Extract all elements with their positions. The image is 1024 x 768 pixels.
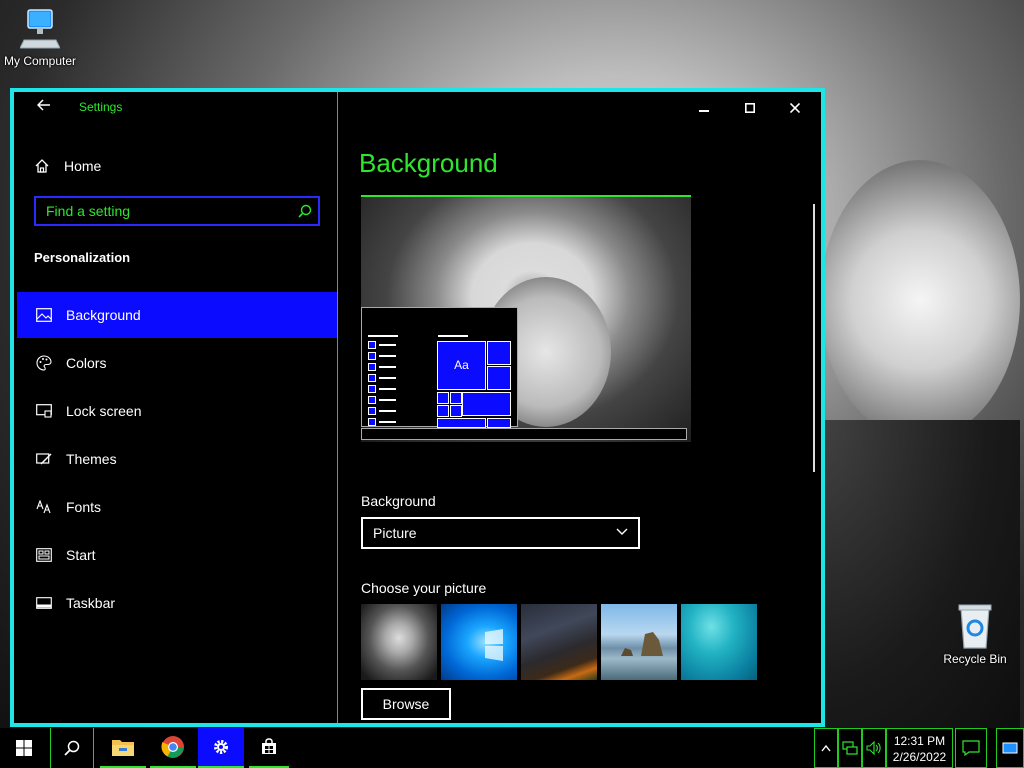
- taskbar: 12:31 PM 2/26/2022: [0, 728, 1024, 768]
- back-arrow-icon: [36, 99, 50, 111]
- show-desktop-icon: [1002, 742, 1018, 754]
- taskbar-chrome[interactable]: [150, 728, 196, 768]
- sidebar-item-label: Lock screen: [66, 403, 142, 419]
- preview-taskbar: [361, 428, 687, 440]
- fonts-icon: [35, 498, 53, 516]
- thumbnail-underwater-swimmer[interactable]: [681, 604, 757, 680]
- taskbar-file-explorer[interactable]: [100, 728, 146, 768]
- computer-icon: [20, 9, 60, 49]
- chevron-down-icon: [616, 528, 628, 535]
- settings-sidebar: Settings Home Personalization Background: [14, 92, 338, 723]
- sidebar-item-label: Fonts: [66, 499, 102, 515]
- preview-start-menu: Aa: [361, 307, 518, 428]
- sidebar-item-label: Start: [66, 547, 96, 563]
- minimize-button[interactable]: [682, 92, 726, 124]
- minimize-icon: [699, 110, 709, 112]
- settings-window: Settings Home Personalization Background: [10, 88, 825, 727]
- thumbnail-milky-way[interactable]: [521, 604, 597, 680]
- back-button[interactable]: [32, 96, 56, 120]
- content-scrollbar[interactable]: [813, 204, 815, 472]
- sidebar-item-themes[interactable]: Themes: [17, 436, 337, 482]
- thumbnail-portrait[interactable]: [361, 604, 437, 680]
- sidebar-item-start[interactable]: Start: [17, 532, 337, 578]
- volume-icon: [866, 741, 881, 755]
- lock-screen-icon: [35, 402, 53, 420]
- network-icon: [842, 741, 858, 755]
- chevron-up-icon: [821, 744, 831, 752]
- background-type-dropdown[interactable]: Picture: [361, 517, 640, 549]
- sidebar-item-fonts[interactable]: Fonts: [17, 484, 337, 530]
- themes-icon: [35, 450, 53, 468]
- close-icon: [789, 102, 801, 114]
- image-icon: [35, 306, 53, 324]
- windows-start-icon: [16, 740, 32, 756]
- palette-icon: [35, 354, 53, 372]
- sidebar-item-colors[interactable]: Colors: [17, 340, 337, 386]
- search-icon[interactable]: [298, 204, 312, 218]
- chrome-icon: [161, 736, 184, 758]
- sidebar-item-label: Colors: [66, 355, 107, 371]
- home-icon: [35, 159, 49, 173]
- sidebar-item-background[interactable]: Background: [17, 292, 337, 338]
- maximize-button[interactable]: [728, 92, 772, 124]
- settings-gear-icon: [214, 740, 228, 754]
- action-center-button[interactable]: [955, 728, 987, 768]
- settings-search-box[interactable]: [34, 196, 320, 226]
- maximize-icon: [745, 103, 755, 113]
- taskbar-settings[interactable]: [198, 728, 244, 768]
- sidebar-item-lock-screen[interactable]: Lock screen: [17, 388, 337, 434]
- sidebar-item-label: Themes: [66, 451, 117, 467]
- personalization-heading: Personalization: [34, 250, 131, 265]
- my-computer-label: My Computer: [3, 54, 77, 68]
- taskbar-store[interactable]: [249, 728, 289, 768]
- recycle-bin-icon: [958, 604, 992, 649]
- background-preview: Aa: [361, 195, 691, 442]
- notification-icon: [962, 740, 980, 756]
- file-explorer-icon: [112, 740, 134, 756]
- settings-content: Background Aa Background Picture Choose …: [338, 124, 821, 723]
- preview-tile-aa: Aa: [437, 341, 486, 390]
- sidebar-item-label: Background: [66, 307, 141, 323]
- start-button[interactable]: [0, 728, 48, 768]
- thumbnail-windows-blue[interactable]: [441, 604, 517, 680]
- close-button[interactable]: [773, 92, 817, 124]
- start-icon: [35, 546, 53, 564]
- taskbar-search-button[interactable]: [50, 728, 94, 768]
- thumbnail-beach-rocks[interactable]: [601, 604, 677, 680]
- my-computer-desktop-icon[interactable]: My Computer: [0, 8, 80, 68]
- settings-search-input[interactable]: [36, 198, 296, 224]
- background-label: Background: [361, 493, 436, 509]
- recycle-bin-label: Recycle Bin: [943, 652, 1007, 666]
- wallpaper-hair: [820, 160, 1020, 440]
- app-title: Settings: [79, 100, 123, 114]
- clock-date: 2/26/2022: [892, 750, 947, 764]
- sidebar-item-label: Taskbar: [66, 595, 116, 611]
- search-icon: [64, 740, 80, 756]
- browse-button[interactable]: Browse: [361, 688, 451, 720]
- taskbar-icon: [35, 594, 53, 612]
- taskbar-clock[interactable]: 12:31 PM 2/26/2022: [886, 728, 953, 768]
- page-title: Background: [359, 148, 498, 178]
- home-nav-item[interactable]: Home: [34, 154, 101, 178]
- clock-time: 12:31 PM: [893, 734, 946, 748]
- recycle-bin-desktop-icon[interactable]: Recycle Bin: [935, 602, 1015, 666]
- network-tray-button[interactable]: [838, 728, 862, 768]
- show-hidden-icons-button[interactable]: [814, 728, 838, 768]
- volume-tray-button[interactable]: [862, 728, 886, 768]
- home-label: Home: [64, 158, 102, 174]
- background-type-value: Picture: [373, 525, 417, 541]
- store-icon: [262, 738, 276, 754]
- sidebar-item-taskbar[interactable]: Taskbar: [17, 580, 337, 626]
- choose-picture-label: Choose your picture: [361, 580, 487, 596]
- show-desktop-button[interactable]: [996, 728, 1024, 768]
